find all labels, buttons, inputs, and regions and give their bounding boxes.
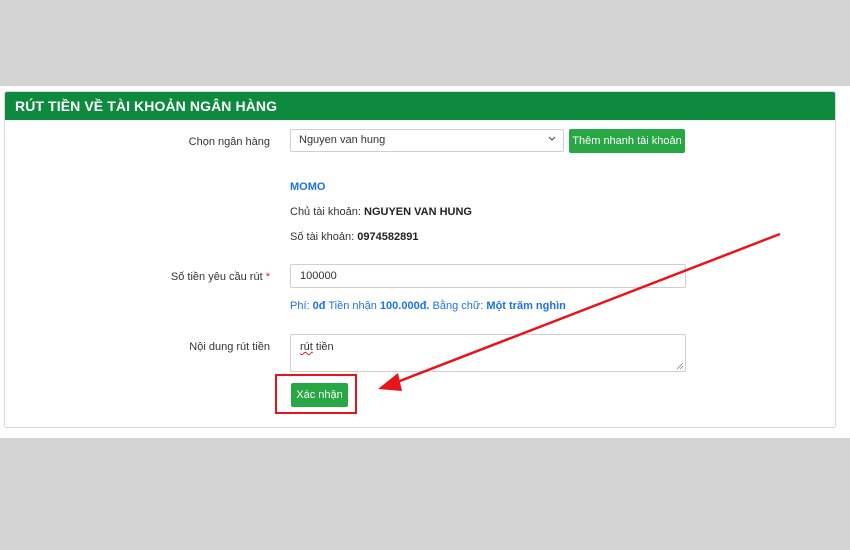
bank-name: MOMO	[290, 181, 325, 193]
content-textarea-value: rút tiền	[300, 341, 334, 353]
account-number-value: 0974582891	[357, 231, 419, 243]
receive-label: Tiền nhận	[328, 300, 377, 312]
amount-summary: Phí: 0đ Tiền nhận 100.000đ. Bằng chữ: Mộ…	[290, 300, 566, 312]
bank-name-text: MOMO	[290, 181, 326, 193]
content-textarea[interactable]: rút tiền	[290, 334, 686, 372]
account-holder-value: NGUYEN VAN HUNG	[364, 206, 472, 218]
quick-add-account-label: Thêm nhanh tài khoản	[572, 135, 682, 147]
amount-input[interactable]: 100000	[290, 264, 686, 288]
amount-input-value: 100000	[300, 270, 337, 282]
content-word-misspelled: rút	[300, 341, 313, 353]
required-mark: *	[265, 271, 270, 283]
content-word-rest: tiền	[312, 341, 334, 353]
resize-grip-icon[interactable]	[677, 363, 683, 369]
account-number-label: Số tài khoản:	[290, 231, 355, 243]
words-label: Bằng chữ:	[432, 300, 484, 312]
bank-select-value: Nguyen van hung	[299, 134, 386, 146]
account-number: Số tài khoản: 0974582891	[290, 231, 418, 243]
amount-label-text: Số tiền yêu cầu rút	[170, 271, 263, 283]
words-value: Một trăm nghìn	[486, 300, 566, 312]
annotation-highlight-box	[275, 374, 357, 414]
page-title: RÚT TIỀN VỀ TÀI KHOẢN NGÂN HÀNG	[15, 98, 278, 114]
content-label: Nội dung rút tiền	[189, 341, 270, 353]
account-holder-label: Chủ tài khoản:	[290, 206, 361, 218]
receive-value: 100.000đ.	[379, 300, 430, 312]
account-holder: Chủ tài khoản: NGUYEN VAN HUNG	[290, 206, 472, 218]
amount-label: Số tiền yêu cầu rút *	[150, 271, 270, 283]
bank-select[interactable]: Nguyen van hung	[290, 129, 564, 152]
chevron-down-icon	[548, 136, 556, 141]
quick-add-account-button[interactable]: Thêm nhanh tài khoản	[569, 129, 685, 153]
fee-value: 0đ	[312, 300, 326, 312]
fee-label: Phí:	[290, 300, 310, 312]
bank-select-label: Chọn ngân hàng	[188, 136, 270, 148]
card-header: RÚT TIỀN VỀ TÀI KHOẢN NGÂN HÀNG	[5, 92, 835, 120]
